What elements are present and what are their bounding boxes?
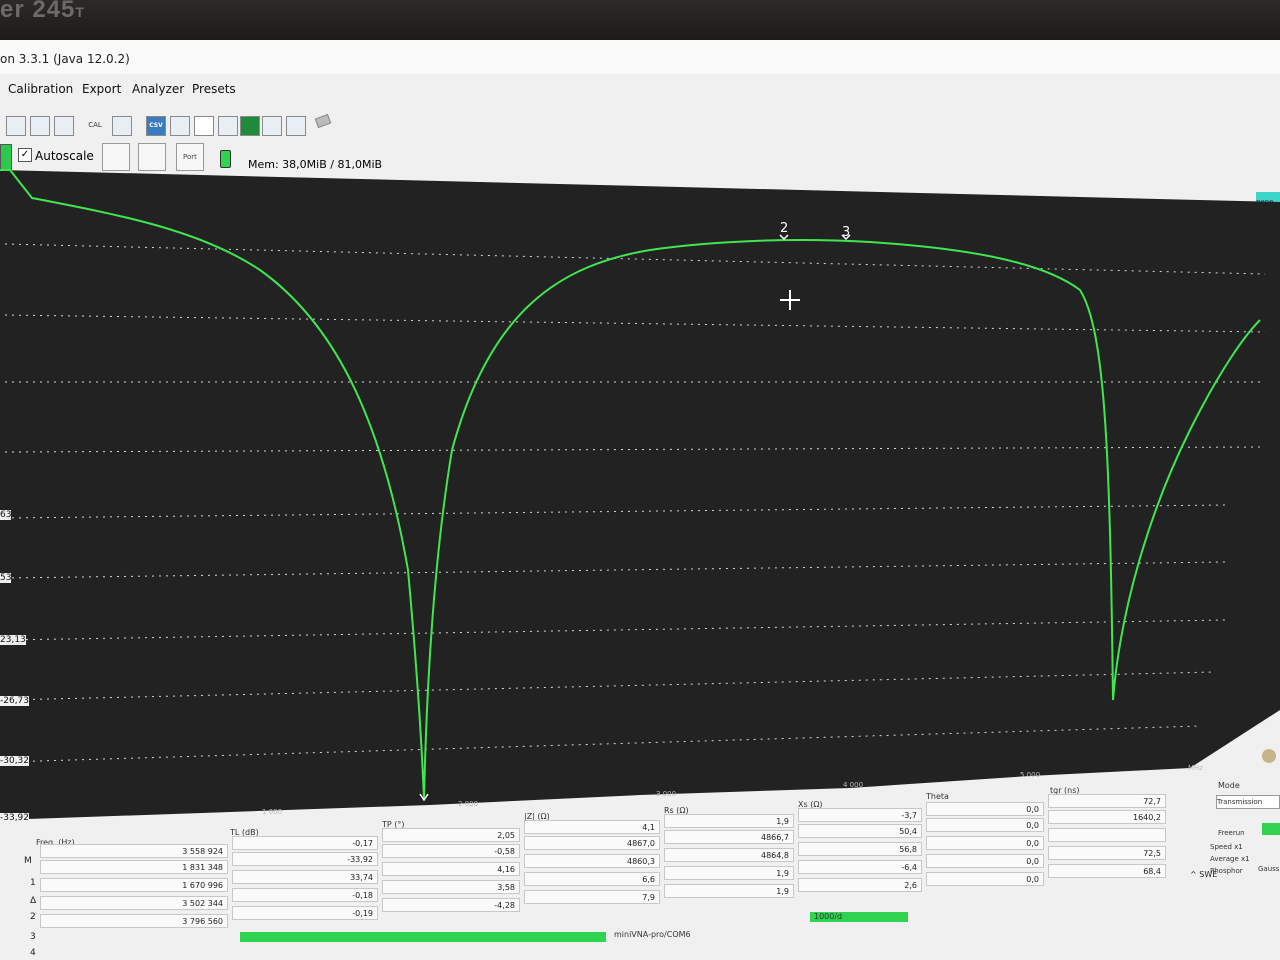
mode-label: Mode [1218, 781, 1240, 790]
cell-1-0: 1 831 348 [40, 860, 228, 874]
cell-0-5: -3,7 [798, 808, 922, 822]
cell-2-1: 33,74 [232, 870, 378, 884]
row-label-m: M [24, 856, 32, 866]
chart-icon[interactable] [286, 116, 306, 136]
cell-1-4: 4866,7 [664, 830, 794, 844]
title-bar: on 3.3.1 (Java 12.0.2) [0, 40, 1280, 74]
menu-export[interactable]: Export [82, 82, 121, 96]
menu-calibration[interactable]: Calibration [8, 82, 73, 96]
y-tick-0: 63 [0, 510, 12, 520]
window-title: on 3.3.1 (Java 12.0.2) [0, 52, 130, 66]
cell-0-1: -0,17 [232, 836, 378, 850]
y-tick-1: 53 [0, 573, 12, 583]
cell-1-3: 4867,0 [524, 836, 660, 850]
cell-1-7: 1640,2 [1048, 810, 1166, 824]
cell-3-3: 6,6 [524, 872, 660, 886]
excel-export-icon[interactable] [240, 116, 260, 136]
cell-2-4: 4864,8 [664, 848, 794, 862]
menu-presets[interactable]: Presets [192, 82, 236, 96]
cell-3-4: 1,9 [664, 866, 794, 880]
cell-2-7 [1048, 828, 1166, 842]
cell-1-5: 50,4 [798, 824, 922, 838]
cell-0-6: 0,0 [926, 802, 1044, 816]
mode-select[interactable]: Transmission [1216, 795, 1280, 809]
cell-4-6: 0,0 [926, 872, 1044, 886]
row-label-3: 3 [30, 932, 36, 942]
y-tick-3: -26,73 [0, 696, 30, 706]
cell-1-1: -33,92 [232, 852, 378, 866]
system-tray: ^ SWE [1190, 870, 1217, 879]
cal-button[interactable]: CAL [86, 116, 104, 134]
lm-icon[interactable] [30, 116, 50, 136]
filter-icon[interactable] [54, 116, 74, 136]
x-tick-4: 5 000 [1020, 771, 1041, 779]
y-tick-2: 23,13 [0, 635, 26, 645]
cell-1-2: -0,58 [382, 844, 520, 858]
eraser-icon[interactable] [314, 113, 332, 129]
image-export-icon[interactable] [170, 116, 190, 136]
gaussian-checkbox[interactable]: Gaussia [1258, 865, 1280, 873]
x-unit: MHz [1188, 764, 1203, 772]
row-label-1: 1 [30, 878, 36, 888]
cell-2-5: 56,8 [798, 842, 922, 856]
calibration-icon[interactable] [6, 116, 26, 136]
progress-bar-left [240, 932, 606, 942]
monitor-brand: er 245T [0, 0, 85, 23]
open-folder-icon[interactable] [112, 116, 132, 136]
right-panel: Mode Transmission Freerun Speed x1 Avera… [1210, 735, 1280, 895]
status-bar: miniVNA-pro/COM6 1000/d [0, 888, 1280, 942]
average-slider[interactable]: Average x1 [1210, 855, 1250, 863]
cell-4-7: 68,4 [1048, 864, 1166, 878]
marker-2-label: 2 [780, 221, 788, 236]
toolbar: CAL CSV [0, 108, 1280, 140]
cell-0-7: 72,7 [1048, 794, 1166, 808]
menu-analyzer[interactable]: Analyzer [132, 82, 184, 96]
cell-0-0: 3 558 924 [40, 844, 228, 858]
run-button[interactable] [1262, 823, 1280, 835]
table-icon[interactable] [262, 116, 282, 136]
speed-slider[interactable]: Speed x1 [1210, 843, 1243, 851]
cell-1-6: 0,0 [926, 818, 1044, 832]
progress-text: 1000/d [814, 912, 843, 921]
freerun-checkbox[interactable]: Freerun [1218, 829, 1245, 837]
marker-3-label: 3 [842, 225, 850, 240]
plot-area [0, 170, 1280, 820]
row-label-4: 4 [30, 948, 36, 958]
trace-plot[interactable]: 2 3 [0, 150, 1280, 820]
cell-2-2: 4,16 [382, 862, 520, 876]
port-status: miniVNA-pro/COM6 [614, 930, 691, 939]
menu-bar: Calibration Export Analyzer Presets [0, 76, 1280, 100]
cell-3-7: 72,5 [1048, 846, 1166, 860]
cell-0-3: 4,1 [524, 820, 660, 834]
cell-0-4: 1,9 [664, 814, 794, 828]
cell-2-6: 0,0 [926, 836, 1044, 850]
cell-3-6: 0,0 [926, 854, 1044, 868]
header-theta: Theta [926, 792, 949, 801]
dots-icon[interactable] [218, 116, 238, 136]
tray-language[interactable]: SWE [1199, 870, 1217, 879]
cell-3-5: -6,4 [798, 860, 922, 874]
y-tick-4: -30,32 [0, 756, 30, 766]
csv-export-button[interactable]: CSV [146, 116, 166, 136]
tray-arrow-icon[interactable]: ^ [1190, 870, 1197, 879]
pdf-export-icon[interactable] [194, 116, 214, 136]
settings-icon[interactable] [1262, 749, 1276, 763]
cell-2-3: 4860,3 [524, 854, 660, 868]
cell-0-2: 2,05 [382, 828, 520, 842]
